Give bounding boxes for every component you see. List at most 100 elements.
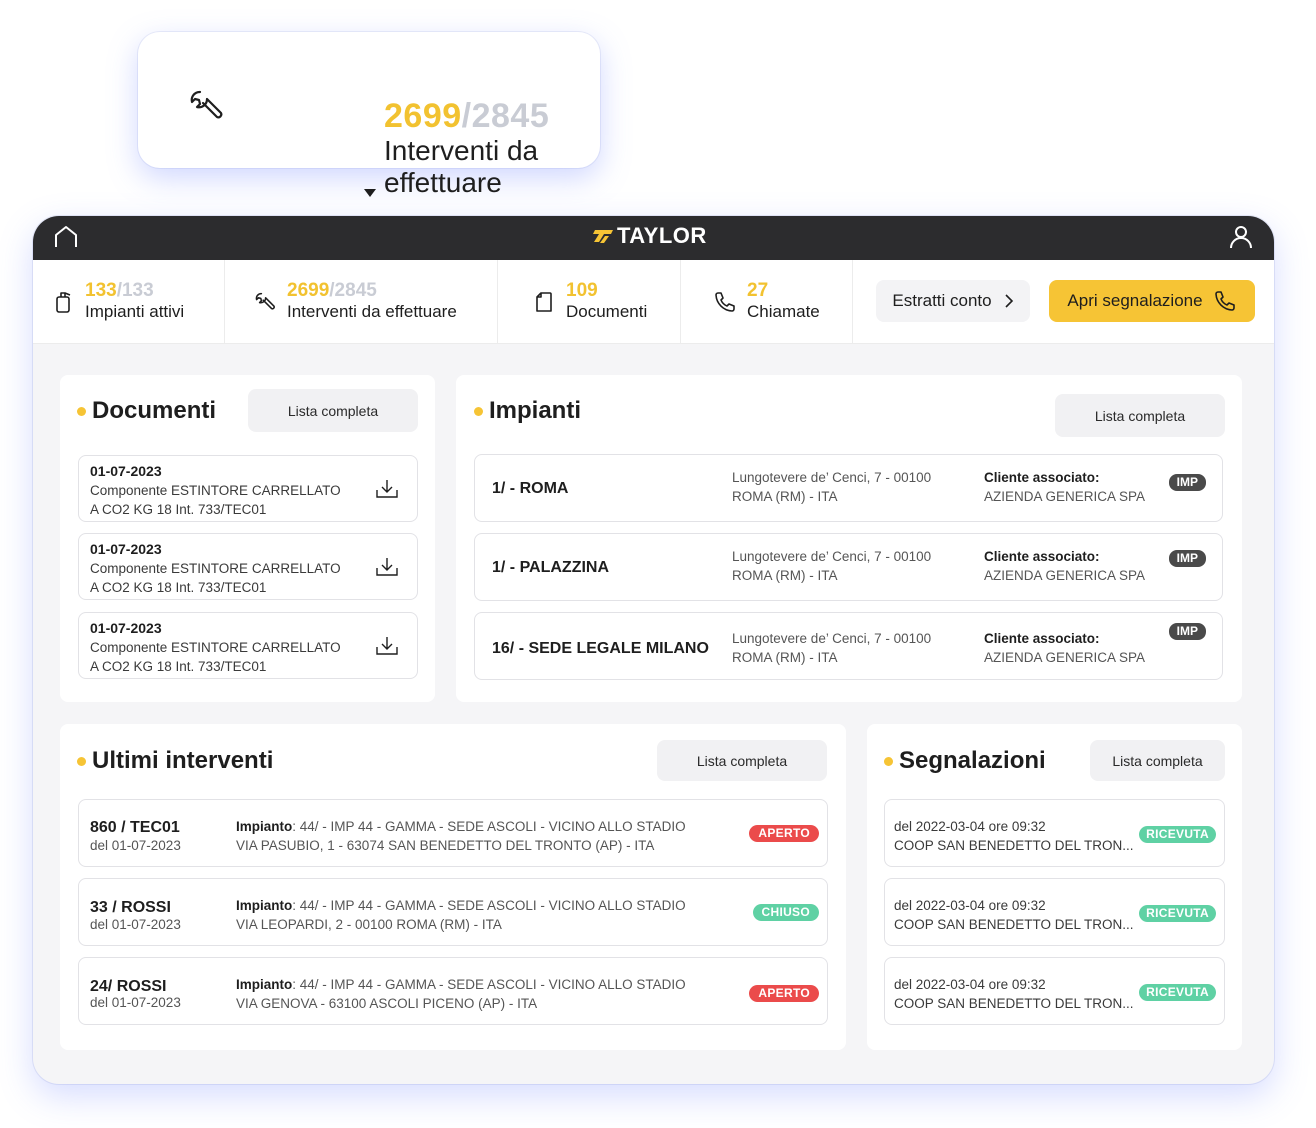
stat-interventi-total: /2845 bbox=[329, 279, 377, 301]
impianto-value: : 44/ - IMP 44 - GAMMA - SEDE ASCOLI - V… bbox=[292, 819, 686, 834]
taylor-logo[interactable]: TAYLOR bbox=[593, 223, 707, 249]
estratti-conto-label: Estratti conto bbox=[892, 291, 992, 310]
stat-impianti-num: 133 bbox=[85, 279, 117, 301]
documento-card[interactable]: 01-07-2023 Componente ESTINTORE CARRELLA… bbox=[78, 612, 418, 679]
impianto-value: : 44/ - IMP 44 - GAMMA - SEDE ASCOLI - V… bbox=[292, 898, 686, 913]
callout-counter: 2699/2845 bbox=[384, 98, 549, 134]
status-badge: RICEVUTA bbox=[1139, 826, 1216, 843]
intervento-impianto: Impianto: 44/ - IMP 44 - GAMMA - SEDE AS… bbox=[236, 897, 686, 915]
intervento-card[interactable]: 33 / ROSSI del 01-07-2023 Impianto: 44/ … bbox=[78, 878, 828, 946]
interventi-lista-button[interactable]: Lista completa bbox=[657, 740, 827, 781]
impianti-title: Impianti bbox=[474, 397, 581, 425]
home-icon[interactable] bbox=[53, 224, 79, 250]
stat-interventi[interactable]: 2699/2845 Interventi da effettuare bbox=[225, 260, 498, 343]
apri-segnalazione-label: Apri segnalazione bbox=[1067, 291, 1203, 310]
intervento-impianto: Impianto: 44/ - IMP 44 - GAMMA - SEDE AS… bbox=[236, 818, 686, 836]
segnalazioni-panel: Segnalazioni Lista completa del 2022-03-… bbox=[867, 724, 1242, 1050]
cliente-label: Cliente associato: bbox=[984, 631, 1100, 646]
intervento-code: 33 / ROSSI bbox=[90, 899, 171, 916]
documento-card[interactable]: 01-07-2023 Componente ESTINTORE CARRELLA… bbox=[78, 455, 418, 522]
intervento-card[interactable]: 24/ ROSSI del 01-07-2023 Impianto: 44/ -… bbox=[78, 957, 828, 1025]
impianto-label: Impianto bbox=[236, 898, 293, 913]
impianto-address-line2: ROMA (RM) - ITA bbox=[732, 568, 838, 583]
phone-icon bbox=[715, 291, 735, 312]
segnalazioni-title: Segnalazioni bbox=[884, 747, 1046, 775]
segnalazioni-title-text: Segnalazioni bbox=[899, 747, 1046, 774]
segnalazione-card[interactable]: del 2022-03-04 ore 09:32 COOP SAN BENEDE… bbox=[884, 799, 1225, 867]
impianti-lista-button[interactable]: Lista completa bbox=[1055, 394, 1225, 437]
app-window: TAYLOR 133/133 Impianti attivi 2699/2845… bbox=[33, 216, 1274, 1084]
impianto-cliente: Cliente associato: AZIENDA GENERICA SPA bbox=[984, 629, 1145, 667]
extinguisher-icon bbox=[56, 291, 71, 313]
documenti-title: Documenti bbox=[77, 397, 216, 425]
stat-impianti[interactable]: 133/133 Impianti attivi bbox=[33, 260, 225, 343]
impianto-value: : 44/ - IMP 44 - GAMMA - SEDE ASCOLI - V… bbox=[292, 977, 686, 992]
bullet-dot-icon bbox=[77, 406, 86, 416]
segnalazione-when: del 2022-03-04 ore 09:32 bbox=[894, 898, 1046, 913]
status-badge: APERTO bbox=[749, 825, 819, 842]
impianto-cliente: Cliente associato: AZIENDA GENERICA SPA bbox=[984, 547, 1145, 585]
intervento-date: del 01-07-2023 bbox=[90, 917, 181, 932]
segnalazione-who: COOP SAN BENEDETTO DEL TRON... bbox=[894, 917, 1134, 932]
download-icon[interactable] bbox=[375, 478, 399, 500]
documento-card[interactable]: 01-07-2023 Componente ESTINTORE CARRELLA… bbox=[78, 533, 418, 600]
download-icon[interactable] bbox=[375, 635, 399, 657]
apri-segnalazione-button[interactable]: Apri segnalazione bbox=[1049, 280, 1255, 322]
impianto-name: 1/ - ROMA bbox=[492, 480, 569, 497]
bullet-dot-icon bbox=[884, 756, 893, 766]
callout-count-total: /2845 bbox=[461, 97, 550, 135]
intervento-address: VIA LEOPARDI, 2 - 00100 ROMA (RM) - ITA bbox=[236, 917, 502, 932]
estratti-conto-button[interactable]: Estratti conto bbox=[876, 280, 1030, 322]
stat-chiamate[interactable]: 27 Chiamate bbox=[681, 260, 853, 343]
documenti-lista-button[interactable]: Lista completa bbox=[248, 389, 418, 432]
interventi-panel: Ultimi interventi Lista completa 860 / T… bbox=[60, 724, 846, 1050]
cliente-label: Cliente associato: bbox=[984, 549, 1100, 564]
impianto-address-line1: Lungotevere de’ Cenci, 7 - 00100 bbox=[732, 549, 932, 564]
impianto-card[interactable]: 1/ - PALAZZINA Lungotevere de’ Cenci, 7 … bbox=[474, 533, 1223, 601]
logo-text: TAYLOR bbox=[617, 223, 707, 248]
document-icon bbox=[536, 291, 552, 312]
intervento-date: del 01-07-2023 bbox=[90, 838, 181, 853]
cliente-value: AZIENDA GENERICA SPA bbox=[984, 568, 1146, 583]
impianto-card[interactable]: 1/ - ROMA Lungotevere de’ Cenci, 7 - 001… bbox=[474, 454, 1223, 522]
imp-badge: IMP bbox=[1168, 550, 1206, 567]
impianti-title-text: Impianti bbox=[489, 397, 582, 424]
segnalazioni-lista-button[interactable]: Lista completa bbox=[1090, 740, 1225, 781]
segnalazione-card[interactable]: del 2022-03-04 ore 09:32 COOP SAN BENEDE… bbox=[884, 878, 1225, 946]
user-icon[interactable] bbox=[1228, 224, 1254, 250]
callout-label: Interventi da effettuare bbox=[384, 135, 539, 198]
cliente-value: AZIENDA GENERICA SPA bbox=[984, 650, 1146, 665]
intervento-card[interactable]: 860 / TEC01 del 01-07-2023 Impianto: 44/… bbox=[78, 799, 828, 867]
pointer-arrow-icon bbox=[364, 189, 376, 197]
impianto-address-line2: ROMA (RM) - ITA bbox=[732, 650, 838, 665]
impianto-label: Impianto bbox=[236, 977, 293, 992]
impianto-address: Lungotevere de’ Cenci, 7 - 00100 ROMA (RM… bbox=[732, 547, 972, 585]
impianto-cliente: Cliente associato: AZIENDA GENERICA SPA bbox=[984, 468, 1145, 506]
callout-count-done: 2699 bbox=[384, 97, 462, 135]
impianti-panel: Impianti Lista completa 1/ - ROMA Lungot… bbox=[456, 375, 1242, 702]
interventi-callout-card: 2699/2845 Interventi da effettuare bbox=[138, 32, 600, 198]
status-badge: APERTO bbox=[749, 985, 819, 1002]
impianto-address-line1: Lungotevere de’ Cenci, 7 - 00100 bbox=[732, 470, 932, 485]
download-icon[interactable] bbox=[375, 556, 399, 578]
documento-desc: Componente ESTINTORE CARRELLATO A CO2 KG… bbox=[90, 483, 341, 517]
impianto-card[interactable]: 16/ - SEDE LEGALE MILANO Lungotevere de’… bbox=[474, 612, 1223, 680]
impianto-address: Lungotevere de’ Cenci, 7 - 00100 ROMA (RM… bbox=[732, 629, 972, 667]
stat-impianti-label: Impianti attivi bbox=[85, 301, 185, 321]
documenti-title-text: Documenti bbox=[92, 397, 217, 424]
chevron-right-icon bbox=[1005, 294, 1013, 308]
stat-documenti[interactable]: 109 Documenti bbox=[498, 260, 681, 343]
documento-date: 01-07-2023 bbox=[90, 541, 162, 557]
segnalazione-who: COOP SAN BENEDETTO DEL TRON... bbox=[894, 996, 1134, 1011]
segnalazione-who: COOP SAN BENEDETTO DEL TRON... bbox=[894, 838, 1134, 853]
status-badge: CHIUSO bbox=[752, 904, 819, 921]
cliente-value: AZIENDA GENERICA SPA bbox=[984, 489, 1146, 504]
impianto-address-line2: ROMA (RM) - ITA bbox=[732, 489, 838, 504]
imp-badge: IMP bbox=[1168, 623, 1206, 640]
intervento-impianto: Impianto: 44/ - IMP 44 - GAMMA - SEDE AS… bbox=[236, 976, 686, 994]
stat-interventi-label: Interventi da effettuare bbox=[287, 301, 457, 321]
stat-documenti-label: Documenti bbox=[566, 301, 648, 321]
documento-date: 01-07-2023 bbox=[90, 620, 162, 636]
status-badge: RICEVUTA bbox=[1139, 905, 1216, 922]
segnalazione-card[interactable]: del 2022-03-04 ore 09:32 COOP SAN BENEDE… bbox=[884, 957, 1225, 1025]
